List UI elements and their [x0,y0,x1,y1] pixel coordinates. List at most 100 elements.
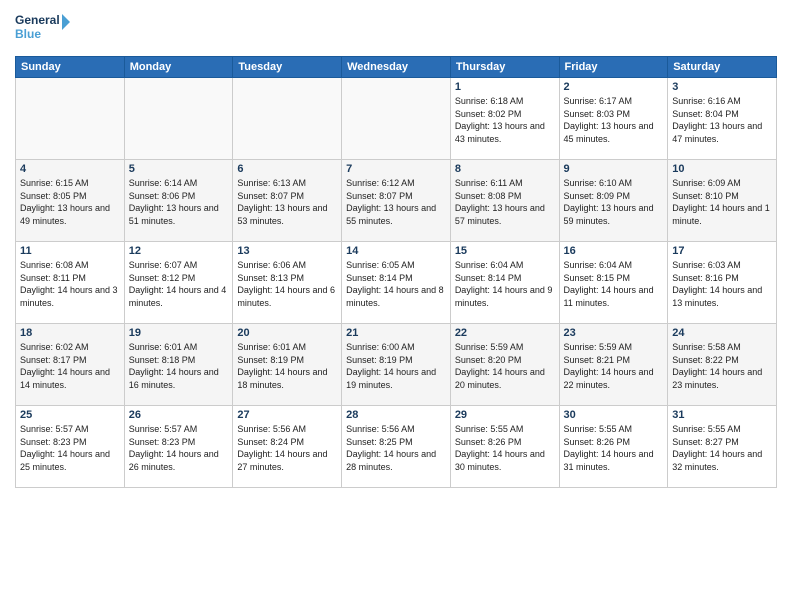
logo: General Blue [15,10,70,48]
calendar-cell: 7Sunrise: 6:12 AMSunset: 8:07 PMDaylight… [342,160,451,242]
cell-line: Daylight: 13 hours and 43 minutes. [455,120,555,145]
cell-line: Sunrise: 5:56 AM [237,423,337,436]
cell-line: Sunrise: 6:05 AM [346,259,446,272]
day-number: 6 [237,163,337,175]
cell-line: Sunset: 8:16 PM [672,272,772,285]
calendar-cell: 4 Sunrise: 6:15 AMSunset: 8:05 PMDaylight… [16,160,125,242]
cell-line: Sunset: 8:07 PM [346,190,446,203]
calendar-cell: 11Sunrise: 6:08 AMSunset: 8:11 PMDayligh… [16,242,125,324]
cell-content: Sunrise: 5:55 AMSunset: 8:26 PMDaylight:… [455,423,555,473]
calendar-cell: 5 Sunrise: 6:14 AMSunset: 8:06 PMDaylight… [124,160,233,242]
cell-content: Sunrise: 5:56 AMSunset: 8:25 PMDaylight:… [346,423,446,473]
cell-content: Sunrise: 6:11 AMSunset: 8:08 PMDaylight:… [455,177,555,227]
logo-svg: General Blue [15,10,70,48]
cell-content: Sunrise: 6:07 AMSunset: 8:12 PMDaylight:… [129,259,229,309]
calendar-cell: 30Sunrise: 5:55 AMSunset: 8:26 PMDayligh… [559,406,668,488]
day-number: 26 [129,409,229,421]
cell-line: Sunrise: 6:03 AM [672,259,772,272]
calendar-cell: 1Sunrise: 6:18 AMSunset: 8:02 PMDaylight… [450,78,559,160]
cell-line: Sunset: 8:23 PM [129,436,229,449]
day-number: 1 [455,81,555,93]
day-number: 9 [564,163,664,175]
day-number: 24 [672,327,772,339]
day-number: 18 [20,327,120,339]
cell-content: Sunrise: 6:14 AMSunset: 8:06 PMDaylight:… [129,177,229,227]
day-number: 2 [564,81,664,93]
calendar-cell: 24 Sunrise: 5:58 AMSunset: 8:22 PMDayligh… [668,324,777,406]
day-header-wednesday: Wednesday [342,57,451,78]
cell-line: Sunset: 8:21 PM [564,354,664,367]
calendar-cell: 13Sunrise: 6:06 AMSunset: 8:13 PMDayligh… [233,242,342,324]
cell-line: Daylight: 14 hours and 28 minutes. [346,448,446,473]
cell-line: Daylight: 14 hours and 3 minutes. [20,284,120,309]
cell-line: Daylight: 14 hours and 19 minutes. [346,366,446,391]
day-number: 21 [346,327,446,339]
cell-line: Sunrise: 5:59 AM [564,341,664,354]
cell-content: Sunrise: 6:13 AMSunset: 8:07 PMDaylight:… [237,177,337,227]
cell-content: Sunrise: 6:17 AMSunset: 8:03 PMDaylight:… [564,95,664,145]
cell-content: Sunrise: 6:02 AMSunset: 8:17 PMDaylight:… [20,341,120,391]
day-number: 10 [672,163,772,175]
cell-content: Sunrise: 6:06 AMSunset: 8:13 PMDaylight:… [237,259,337,309]
day-number: 3 [672,81,772,93]
cell-line: Sunset: 8:15 PM [564,272,664,285]
cell-content: Sunrise: 6:15 AMSunset: 8:05 PMDaylight:… [20,177,120,227]
cell-line: Sunrise: 6:07 AM [129,259,229,272]
cell-line: Sunrise: 5:56 AM [346,423,446,436]
cell-content: Sunrise: 6:12 AMSunset: 8:07 PMDaylight:… [346,177,446,227]
cell-line: Sunset: 8:10 PM [672,190,772,203]
calendar-cell: 14Sunrise: 6:05 AMSunset: 8:14 PMDayligh… [342,242,451,324]
calendar-cell: 10 Sunrise: 6:09 AMSunset: 8:10 PMDayligh… [668,160,777,242]
day-number: 4 [20,163,120,175]
cell-line: Sunrise: 5:55 AM [564,423,664,436]
cell-line: Sunset: 8:17 PM [20,354,120,367]
cell-line: Sunset: 8:26 PM [564,436,664,449]
cell-line: Sunrise: 5:58 AM [672,341,772,354]
cell-line: Daylight: 14 hours and 6 minutes. [237,284,337,309]
cell-line: Sunrise: 6:14 AM [129,177,229,190]
cell-line: Sunset: 8:25 PM [346,436,446,449]
calendar-cell: 3Sunrise: 6:16 AMSunset: 8:04 PMDaylight… [668,78,777,160]
cell-content: Sunrise: 6:10 AMSunset: 8:09 PMDaylight:… [564,177,664,227]
cell-line: Daylight: 13 hours and 49 minutes. [20,202,120,227]
cell-line: Daylight: 14 hours and 26 minutes. [129,448,229,473]
cell-content: Sunrise: 6:09 AMSunset: 8:10 PMDaylight:… [672,177,772,227]
cell-line: Sunset: 8:09 PM [564,190,664,203]
cell-content: Sunrise: 5:58 AMSunset: 8:22 PMDaylight:… [672,341,772,391]
calendar-cell: 23Sunrise: 5:59 AMSunset: 8:21 PMDayligh… [559,324,668,406]
day-number: 25 [20,409,120,421]
calendar-table: SundayMondayTuesdayWednesdayThursdayFrid… [15,56,777,488]
cell-content: Sunrise: 6:01 AMSunset: 8:19 PMDaylight:… [237,341,337,391]
cell-line: Sunset: 8:05 PM [20,190,120,203]
cell-line: Sunset: 8:20 PM [455,354,555,367]
calendar-cell: 19Sunrise: 6:01 AMSunset: 8:18 PMDayligh… [124,324,233,406]
calendar-cell [16,78,125,160]
cell-line: Daylight: 14 hours and 8 minutes. [346,284,446,309]
cell-content: Sunrise: 6:01 AMSunset: 8:18 PMDaylight:… [129,341,229,391]
calendar-cell: 17Sunrise: 6:03 AMSunset: 8:16 PMDayligh… [668,242,777,324]
cell-line: Daylight: 14 hours and 11 minutes. [564,284,664,309]
day-number: 5 [129,163,229,175]
cell-line: Sunrise: 6:10 AM [564,177,664,190]
cell-line: Daylight: 14 hours and 14 minutes. [20,366,120,391]
day-number: 16 [564,245,664,257]
calendar-cell [342,78,451,160]
cell-line: Daylight: 14 hours and 23 minutes. [672,366,772,391]
cell-line: Sunset: 8:08 PM [455,190,555,203]
day-header-saturday: Saturday [668,57,777,78]
cell-line: Sunrise: 6:12 AM [346,177,446,190]
calendar-cell: 9 Sunrise: 6:10 AMSunset: 8:09 PMDaylight… [559,160,668,242]
day-header-sunday: Sunday [16,57,125,78]
cell-content: Sunrise: 6:04 AMSunset: 8:15 PMDaylight:… [564,259,664,309]
day-header-friday: Friday [559,57,668,78]
cell-line: Daylight: 14 hours and 22 minutes. [564,366,664,391]
cell-line: Daylight: 14 hours and 27 minutes. [237,448,337,473]
cell-line: Sunset: 8:19 PM [346,354,446,367]
cell-line: Sunrise: 6:17 AM [564,95,664,108]
cell-content: Sunrise: 5:56 AMSunset: 8:24 PMDaylight:… [237,423,337,473]
day-number: 29 [455,409,555,421]
day-number: 30 [564,409,664,421]
cell-line: Daylight: 14 hours and 1 minute. [672,202,772,227]
day-number: 8 [455,163,555,175]
cell-line: Sunrise: 6:00 AM [346,341,446,354]
